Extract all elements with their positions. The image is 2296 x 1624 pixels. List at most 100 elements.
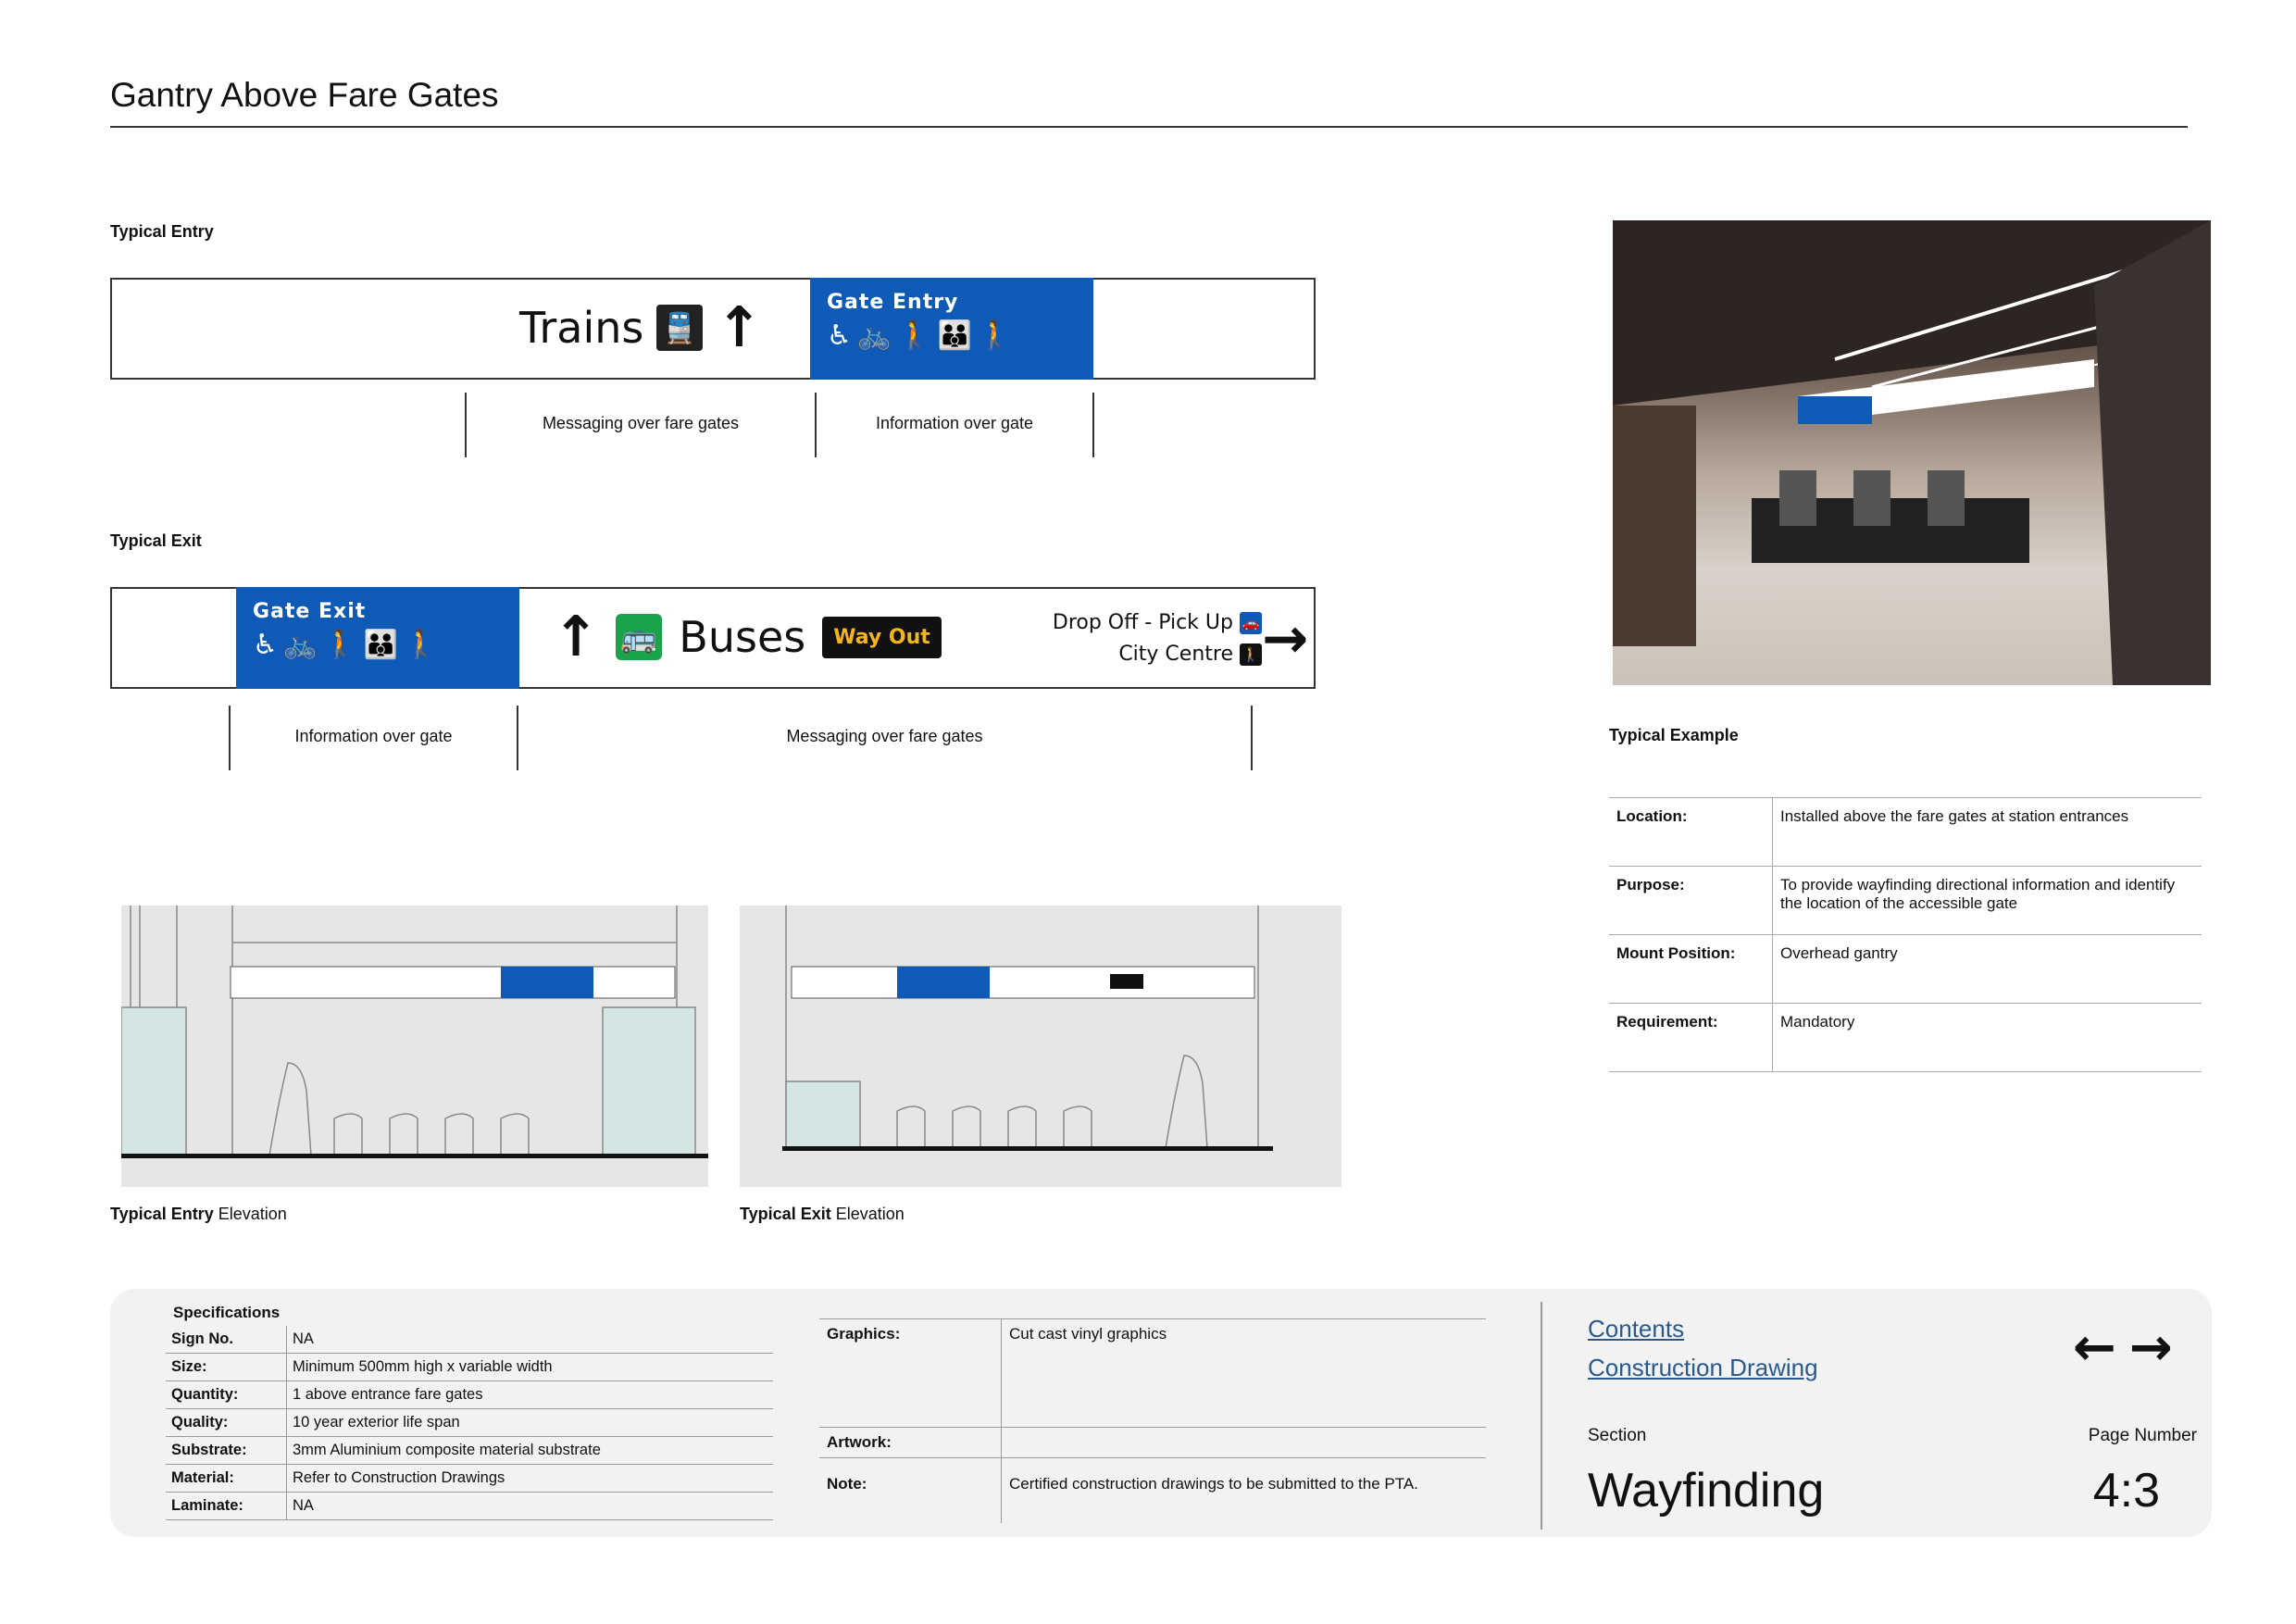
table-row: Size: Minimum 500mm high x variable width (166, 1353, 773, 1381)
exit-heading: Typical Exit (110, 531, 202, 550)
table-row: Requirement: Mandatory (1609, 1003, 2202, 1072)
spec-key: Substrate: (166, 1436, 287, 1465)
exit-elevation-drawing (740, 906, 1341, 1187)
entry-elevation-drawing (121, 906, 708, 1187)
table-row: Substrate: 3mm Aluminium composite materi… (166, 1436, 773, 1465)
spec-value: NA (286, 1326, 773, 1354)
segment-marker (1251, 706, 1253, 770)
spec-value: 1 above entrance fare gates (286, 1380, 773, 1409)
exit-sign: Gate Exit ♿🚲🚶👪🚶 ↑ 🚌 Buses Way Out Drop O… (110, 587, 1316, 689)
caption-bold: Typical Exit (740, 1205, 831, 1223)
specs-table: Sign No. NA Size: Minimum 500mm high x var… (166, 1326, 773, 1520)
info-value: Mandatory (1772, 1003, 2202, 1072)
spec-value (1001, 1427, 1486, 1458)
table-row: Sign No. NA (166, 1326, 773, 1354)
page-nav: ← → (2073, 1322, 2173, 1374)
caption-rest: Elevation (218, 1205, 287, 1223)
spec-key: Quantity: (166, 1380, 287, 1409)
exit-elevation-caption: Typical Exit Elevation (740, 1205, 905, 1224)
specs-heading: Specifications (173, 1304, 281, 1321)
construction-drawing-link[interactable]: Construction Drawing (1588, 1354, 1818, 1382)
city-centre-label: City Centre (1118, 643, 1233, 666)
spec-value: Refer to Construction Drawings (286, 1464, 773, 1493)
spec-value: NA (286, 1492, 773, 1520)
specs-table-2: Graphics: Cut cast vinyl graphics Artwork… (819, 1318, 1486, 1523)
spec-value: 3mm Aluminium composite material substra… (286, 1436, 773, 1465)
info-key: Purpose: (1609, 866, 1773, 935)
table-row: Quality: 10 year exterior life span (166, 1408, 773, 1437)
page-title: Gantry Above Fare Gates (110, 76, 499, 114)
entry-segment-label: Information over gate (875, 414, 1034, 432)
contents-link[interactable]: Contents (1588, 1315, 1684, 1343)
entry-elevation-caption: Typical Entry Elevation (110, 1205, 287, 1224)
table-row: Graphics: Cut cast vinyl graphics (819, 1318, 1486, 1428)
buses-label: Buses (679, 612, 806, 662)
spec-key: Quality: (166, 1408, 287, 1437)
spec-value: 10 year exterior life span (286, 1408, 773, 1437)
entry-heading: Typical Entry (110, 222, 214, 241)
spec-key: Size: (166, 1353, 287, 1381)
destinations: Drop Off - Pick Up 🚗 City Centre 🚶 (936, 607, 1262, 670)
exit-segment-label: Information over gate (294, 727, 453, 745)
train-icon: 🚆 (656, 305, 704, 351)
entry-sign: Trains 🚆 ↑ Gate Entry ♿🚲🚶👪🚶 (110, 278, 1316, 380)
caption-bold: Typical Entry (110, 1205, 214, 1223)
way-out-badge: Way Out (822, 616, 942, 658)
trains-label: Trains (519, 303, 644, 353)
gate-exit-label: Gate Exit (253, 600, 367, 623)
table-row: Mount Position: Overhead gantry (1609, 934, 2202, 1004)
spec-key: Material: (166, 1464, 287, 1493)
table-row: Note: Certified construction drawings to … (819, 1457, 1486, 1523)
accessibility-icons: ♿🚲🚶👪🚶 (827, 319, 1018, 352)
example-caption: Typical Example (1609, 726, 1739, 744)
arrow-right-icon[interactable]: → (2129, 1322, 2173, 1374)
table-row: Laminate: NA (166, 1492, 773, 1520)
arrow-up-icon: ↑ (716, 295, 763, 360)
caption-rest: Elevation (835, 1205, 905, 1223)
table-row: Material: Refer to Construction Drawings (166, 1464, 773, 1493)
section-value: Wayfinding (1588, 1464, 1825, 1518)
info-value: To provide wayfinding directional inform… (1772, 866, 2202, 935)
spec-key: Artwork: (819, 1427, 1002, 1458)
spec-value: Minimum 500mm high x variable width (286, 1353, 773, 1381)
footer-panel: Specifications Sign No. NA Size: Minimum 5… (110, 1289, 2212, 1537)
spec-key: Sign No. (166, 1326, 287, 1354)
section-label: Section (1588, 1426, 1647, 1445)
gate-entry-label: Gate Entry (827, 291, 959, 314)
info-value: Installed above the fare gates at statio… (1772, 797, 2202, 867)
table-row: Quantity: 1 above entrance fare gates (166, 1380, 773, 1409)
table-row: Location: Installed above the fare gates … (1609, 797, 2202, 867)
arrow-up-icon: ↑ (553, 605, 600, 669)
page-number-value: 4:3 (2092, 1464, 2160, 1518)
example-info-table: Location: Installed above the fare gates … (1609, 797, 2202, 1072)
bus-icon: 🚌 (616, 614, 663, 660)
spec-key: Graphics: (819, 1318, 1002, 1428)
table-row: Purpose: To provide wayfinding directiona… (1609, 866, 2202, 935)
arrow-left-icon[interactable]: ← (2073, 1322, 2116, 1374)
trains-message: Trains 🚆 ↑ (519, 300, 763, 356)
info-value: Overhead gantry (1772, 934, 2202, 1004)
gate-entry-panel: Gate Entry ♿🚲🚶👪🚶 (810, 278, 1093, 380)
example-photo (1613, 220, 2211, 685)
drop-off-label: Drop Off - Pick Up (1052, 611, 1233, 634)
title-divider (110, 126, 2188, 128)
car-icon: 🚗 (1240, 612, 1262, 634)
walk-icon: 🚶 (1240, 643, 1262, 666)
gate-exit-panel: Gate Exit ♿🚲🚶👪🚶 (236, 587, 519, 689)
entry-segment-label: Messaging over fare gates (542, 414, 740, 432)
accessibility-icons: ♿🚲🚶👪🚶 (253, 629, 444, 661)
info-key: Requirement: (1609, 1003, 1773, 1072)
table-row: Artwork: (819, 1427, 1486, 1458)
info-key: Mount Position: (1609, 934, 1773, 1004)
spec-value: Certified construction drawings to be su… (1001, 1457, 1486, 1523)
page-number-label: Page Number (2088, 1426, 2197, 1445)
exit-message: ↑ 🚌 Buses Way Out (553, 609, 942, 665)
segment-marker (1092, 393, 1094, 457)
arrow-right-icon: → (1262, 606, 1309, 671)
spec-key: Laminate: (166, 1492, 287, 1520)
spec-value: Cut cast vinyl graphics (1001, 1318, 1486, 1428)
exit-segment-label: Messaging over fare gates (786, 727, 983, 745)
spec-key: Note: (819, 1457, 1002, 1523)
footer-divider (1541, 1302, 1542, 1530)
info-key: Location: (1609, 797, 1773, 867)
